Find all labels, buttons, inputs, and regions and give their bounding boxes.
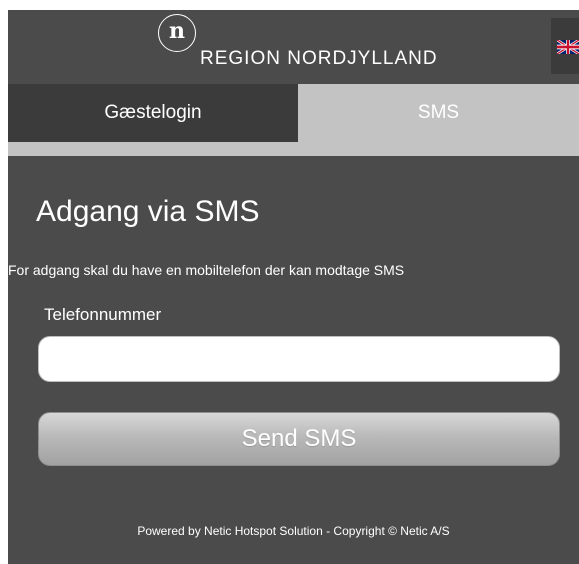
region-logo-icon: n	[158, 14, 196, 52]
uk-flag-icon[interactable]	[557, 40, 579, 54]
login-page: n REGION NORDJYLLAND Gæstelogin SMS Adga…	[8, 10, 579, 564]
language-switcher[interactable]	[551, 18, 579, 74]
phone-label: Telefonnummer	[44, 305, 162, 324]
footer-copyright: Powered by Netic Hotspot Solution - Copy…	[137, 524, 450, 538]
region-logo-text: REGION NORDJYLLAND	[200, 48, 438, 69]
login-tabs: Gæstelogin SMS	[8, 84, 579, 142]
phone-input[interactable]	[38, 336, 560, 382]
tab-guest-login[interactable]: Gæstelogin	[8, 84, 298, 142]
page-title: Adgang via SMS	[36, 195, 260, 228]
tab-sms[interactable]: SMS	[298, 84, 579, 142]
send-sms-button[interactable]: Send SMS	[38, 412, 560, 466]
sms-description: For adgang skal du have en mobiltelefon …	[8, 262, 405, 278]
tab-underline	[8, 142, 579, 156]
header: n REGION NORDJYLLAND	[8, 10, 579, 84]
